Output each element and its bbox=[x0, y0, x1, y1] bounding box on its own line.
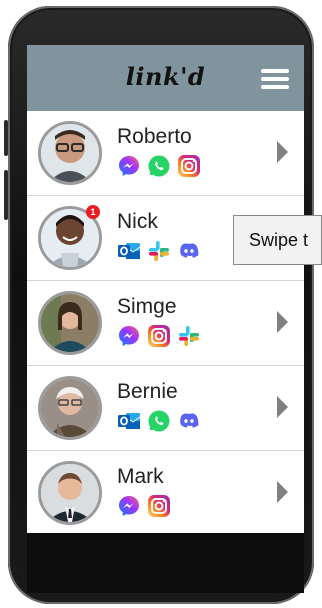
app-icons bbox=[117, 324, 201, 348]
bottom-bar bbox=[27, 533, 304, 593]
contact-row-bernie[interactable]: Bernie bbox=[27, 366, 304, 451]
whatsapp-icon[interactable] bbox=[147, 409, 171, 433]
messenger-icon[interactable] bbox=[117, 324, 141, 348]
chevron-right-icon[interactable] bbox=[277, 481, 288, 503]
discord-icon[interactable] bbox=[177, 239, 201, 263]
avatar bbox=[38, 121, 102, 185]
app-icons bbox=[117, 154, 201, 178]
swipe-tooltip: Swipe t bbox=[233, 215, 322, 265]
chevron-right-icon[interactable] bbox=[277, 141, 288, 163]
app-icons bbox=[117, 494, 171, 518]
contact-row-simge[interactable]: Simge bbox=[27, 281, 304, 366]
messenger-icon[interactable] bbox=[117, 154, 141, 178]
contact-name: Mark bbox=[117, 465, 164, 488]
whatsapp-icon[interactable] bbox=[147, 154, 171, 178]
app-icons bbox=[117, 409, 201, 433]
avatar bbox=[38, 291, 102, 355]
slack-icon[interactable] bbox=[147, 239, 171, 263]
contact-name: Nick bbox=[117, 210, 158, 233]
discord-icon[interactable] bbox=[177, 409, 201, 433]
app-icons bbox=[117, 239, 201, 263]
slack-icon[interactable] bbox=[177, 324, 201, 348]
outlook-icon[interactable] bbox=[117, 409, 141, 433]
app-screen: link'd Roberto 1 Nick Simge Bernie Mark bbox=[27, 45, 304, 533]
avatar bbox=[38, 461, 102, 525]
chevron-right-icon[interactable] bbox=[277, 311, 288, 333]
notification-badge: 1 bbox=[86, 205, 100, 219]
contact-name: Bernie bbox=[117, 380, 178, 403]
app-header: link'd bbox=[27, 45, 304, 111]
messenger-icon[interactable] bbox=[117, 494, 141, 518]
outlook-icon[interactable] bbox=[117, 239, 141, 263]
phone-side-button bbox=[4, 170, 8, 220]
instagram-icon[interactable] bbox=[147, 324, 171, 348]
contact-name: Simge bbox=[117, 295, 177, 318]
contact-row-roberto[interactable]: Roberto bbox=[27, 111, 304, 196]
contact-row-mark[interactable]: Mark bbox=[27, 451, 304, 533]
chevron-right-icon[interactable] bbox=[277, 396, 288, 418]
hamburger-menu-icon[interactable] bbox=[261, 69, 289, 89]
instagram-icon[interactable] bbox=[147, 494, 171, 518]
phone-side-button bbox=[4, 120, 8, 156]
avatar bbox=[38, 376, 102, 440]
contact-name: Roberto bbox=[117, 125, 192, 148]
instagram-icon[interactable] bbox=[177, 154, 201, 178]
